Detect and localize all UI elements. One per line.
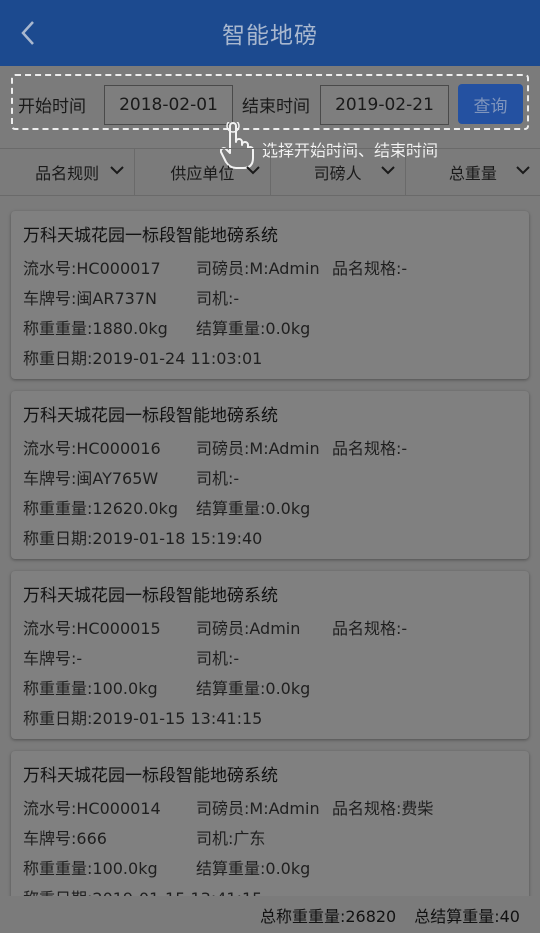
total-settle-weight: 总结算重量:40 — [414, 906, 520, 926]
record-driver: 司机:- — [196, 649, 240, 668]
record-operator: 司磅员:M:Admin — [196, 259, 320, 278]
record-title: 万科天城花园一标段智能地磅系统 — [23, 406, 278, 426]
page-title: 智能地磅 — [222, 23, 318, 49]
sort-operator-label: 司磅人 — [313, 164, 362, 183]
record-title: 万科天城花园一标段智能地磅系统 — [23, 226, 278, 246]
record-settle-weight: 结算重量:0.0kg — [196, 499, 311, 518]
record-card[interactable]: 万科天城花园一标段智能地磅系统 流水号:HC000015 司磅员:Admin 品… — [11, 571, 529, 739]
record-driver: 司机:- — [196, 469, 240, 488]
start-date-label: 开始时间 — [18, 97, 86, 117]
record-date: 称重日期:2019-01-18 15:19:40 — [23, 529, 263, 548]
record-operator: 司磅员:M:Admin — [196, 799, 320, 818]
record-spec: 品名规格:费柴 — [332, 799, 434, 818]
chevron-down-icon — [110, 166, 124, 175]
sort-spec-dropdown[interactable]: 品名规则 — [0, 149, 136, 195]
record-serial: 流水号:HC000014 — [23, 799, 161, 818]
chevron-down-icon — [381, 166, 395, 175]
chevron-down-icon — [516, 166, 530, 175]
sort-bar: 品名规则 供应单位 司磅人 总重量 — [0, 148, 540, 196]
record-settle-weight: 结算重量:0.0kg — [196, 319, 311, 338]
record-spec: 品名规格:- — [332, 259, 408, 278]
record-weight: 称重重量:100.0kg — [23, 859, 158, 878]
record-driver: 司机:- — [196, 289, 240, 308]
sort-weight-dropdown[interactable]: 总重量 — [406, 149, 540, 195]
record-card[interactable]: 万科天城花园一标段智能地磅系统 流水号:HC000014 司磅员:M:Admin… — [11, 751, 529, 896]
start-date-field[interactable]: 2018-02-01 — [104, 85, 233, 125]
record-spec: 品名规格:- — [332, 619, 408, 638]
record-title: 万科天城花园一标段智能地磅系统 — [23, 586, 278, 606]
record-weight: 称重重量:1880.0kg — [23, 319, 168, 338]
record-card[interactable]: 万科天城花园一标段智能地磅系统 流水号:HC000016 司磅员:M:Admin… — [11, 391, 529, 559]
record-serial: 流水号:HC000015 — [23, 619, 161, 638]
sort-operator-dropdown[interactable]: 司磅人 — [271, 149, 406, 195]
record-operator: 司磅员:M:Admin — [196, 439, 320, 458]
record-date: 称重日期:2019-01-15 13:41:15 — [23, 885, 262, 896]
record-serial: 流水号:HC000017 — [23, 259, 161, 278]
totals-footer: 总称重重量:26820 总结算重量:40 — [0, 896, 540, 933]
record-spec: 品名规格:- — [332, 439, 408, 458]
app-header: 智能地磅 — [0, 0, 540, 66]
record-driver: 司机:广东 — [196, 829, 266, 848]
record-settle-weight: 结算重量:0.0kg — [196, 859, 311, 878]
record-weight: 称重重量:12620.0kg — [23, 499, 178, 518]
total-weight: 总称重重量:26820 — [259, 906, 397, 926]
sort-supplier-label: 供应单位 — [170, 164, 235, 183]
record-card[interactable]: 万科天城花园一标段智能地磅系统 流水号:HC000017 司磅员:M:Admin… — [11, 211, 529, 379]
query-button[interactable]: 查询 — [458, 84, 523, 124]
record-date: 称重日期:2019-01-24 11:03:01 — [23, 349, 263, 368]
chevron-left-icon — [21, 21, 34, 45]
record-serial: 流水号:HC000016 — [23, 439, 161, 458]
record-plate: 车牌号:- — [23, 649, 83, 668]
record-plate: 车牌号:闽AY765W — [23, 469, 159, 488]
date-filter-bar: 开始时间 2018-02-01 结束时间 2019-02-21 查询 — [0, 66, 540, 148]
record-settle-weight: 结算重量:0.0kg — [196, 679, 311, 698]
sort-weight-label: 总重量 — [448, 164, 497, 183]
record-weight: 称重重量:100.0kg — [23, 679, 158, 698]
back-button[interactable] — [8, 13, 48, 53]
sort-spec-label: 品名规则 — [35, 164, 100, 183]
record-date: 称重日期:2019-01-15 13:41:15 — [23, 709, 263, 728]
chevron-down-icon — [245, 166, 260, 175]
record-list: 万科天城花园一标段智能地磅系统 流水号:HC000017 司磅员:M:Admin… — [0, 196, 540, 896]
sort-supplier-dropdown[interactable]: 供应单位 — [135, 149, 271, 195]
end-date-label: 结束时间 — [242, 97, 310, 117]
end-date-field[interactable]: 2019-02-21 — [320, 85, 449, 125]
record-title: 万科天城花园一标段智能地磅系统 — [23, 766, 278, 786]
record-plate: 车牌号:666 — [23, 829, 107, 848]
record-plate: 车牌号:闽AR737N — [23, 289, 157, 308]
record-operator: 司磅员:Admin — [196, 619, 301, 638]
